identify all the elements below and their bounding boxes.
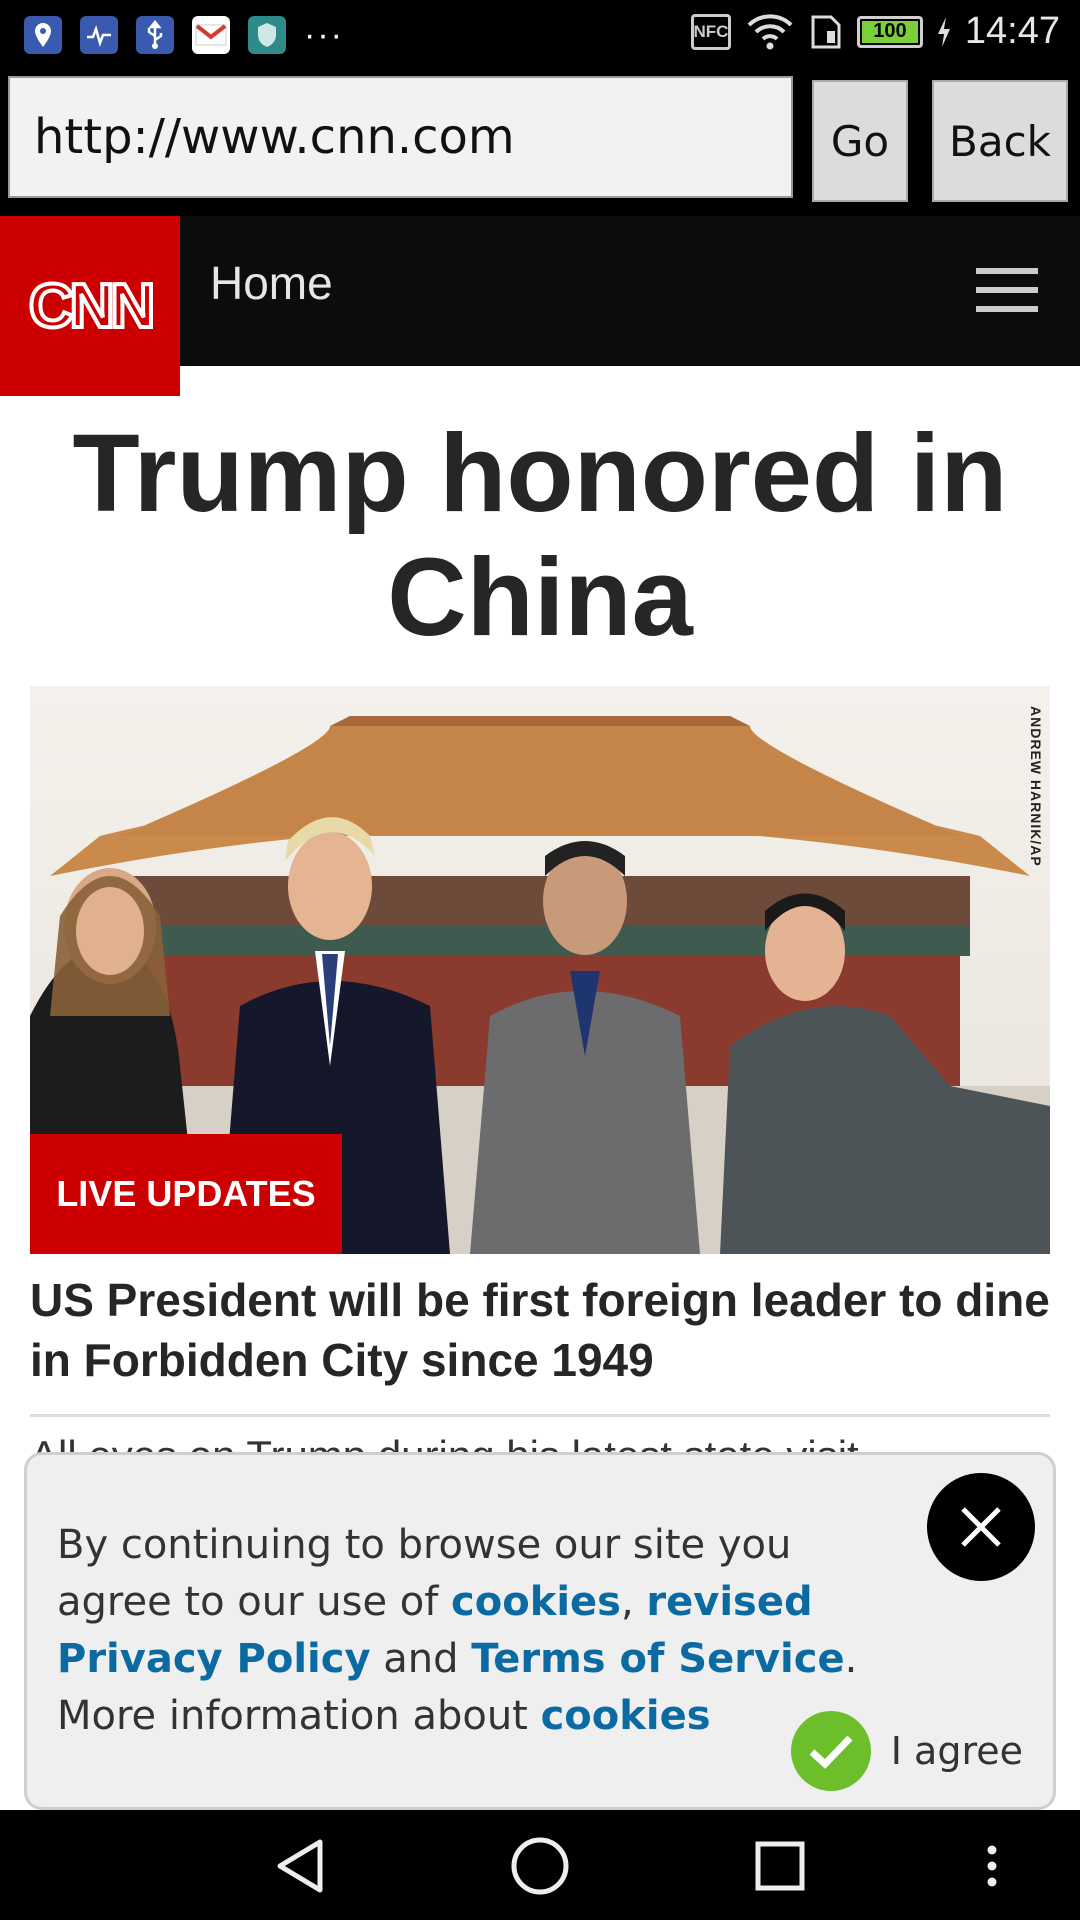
- menu-icon-bar: [976, 287, 1038, 293]
- cookie-consent-text: By continuing to browse our site you agr…: [57, 1517, 877, 1745]
- nav-recents-icon[interactable]: [748, 1834, 812, 1898]
- clock: 14:47: [964, 10, 1060, 52]
- system-navigation-bar: [0, 1810, 1080, 1920]
- terms-of-service-link[interactable]: Terms of Service: [471, 1636, 844, 1682]
- sim-icon: [811, 15, 841, 48]
- browser-toolbar: http://www.cnn.com Go Back: [0, 72, 1080, 216]
- cookies-info-link[interactable]: cookies: [541, 1693, 711, 1739]
- status-indicators: NFC 100 14:47: [690, 10, 1060, 53]
- battery-level: 100: [861, 20, 918, 43]
- location-app-icon: [24, 16, 62, 54]
- hero-image[interactable]: ANDREW HARNIK/AP LIVE UPDATES: [30, 686, 1050, 1254]
- close-icon: [961, 1507, 1001, 1547]
- status-bar: ··· NFC 100 14:47: [0, 0, 1080, 72]
- cookie-text-segment: ,: [620, 1579, 647, 1625]
- url-input[interactable]: http://www.cnn.com: [8, 76, 793, 198]
- nfc-icon: NFC: [690, 13, 731, 50]
- photo-credit: ANDREW HARNIK/AP: [1028, 706, 1044, 867]
- article-subheadline[interactable]: US President will be first foreign leade…: [30, 1270, 1050, 1390]
- article-headline[interactable]: Trump honored in China: [40, 412, 1040, 660]
- site-header: CNN Home: [0, 216, 1080, 396]
- agree-button[interactable]: I agree: [790, 1711, 1023, 1791]
- shield-app-icon: [248, 16, 286, 54]
- battery-icon: 100: [856, 15, 923, 48]
- health-app-icon: [80, 16, 118, 54]
- nav-home-icon[interactable]: [508, 1834, 572, 1898]
- nav-section-home[interactable]: Home: [210, 256, 333, 310]
- cookie-text-segment: and: [370, 1636, 472, 1682]
- gmail-icon: [192, 16, 230, 54]
- notification-icons: ···: [24, 16, 344, 54]
- go-button[interactable]: Go: [812, 80, 908, 202]
- charging-icon: [937, 16, 950, 47]
- cnn-logo-text: CNN: [29, 272, 152, 341]
- agree-label: I agree: [890, 1729, 1023, 1773]
- close-banner-button[interactable]: [927, 1473, 1035, 1581]
- live-updates-badge[interactable]: LIVE UPDATES: [30, 1134, 342, 1254]
- wifi-icon: [747, 13, 793, 49]
- nav-back-icon[interactable]: [268, 1834, 332, 1898]
- checkmark-icon: [790, 1711, 871, 1791]
- back-button[interactable]: Back: [932, 80, 1068, 202]
- more-notifications-icon: ···: [304, 16, 344, 54]
- usb-icon: [136, 16, 174, 54]
- menu-icon-bar: [976, 268, 1038, 274]
- divider: [30, 1414, 1050, 1417]
- cnn-logo[interactable]: CNN: [0, 216, 180, 396]
- cnn-logo-mark: CNN: [27, 271, 158, 341]
- nav-overflow-icon[interactable]: [960, 1834, 1024, 1898]
- cookies-link[interactable]: cookies: [451, 1579, 621, 1625]
- menu-icon[interactable]: [976, 268, 1038, 312]
- menu-icon-bar: [976, 306, 1038, 312]
- cookie-consent-banner: By continuing to browse our site you agr…: [24, 1452, 1056, 1810]
